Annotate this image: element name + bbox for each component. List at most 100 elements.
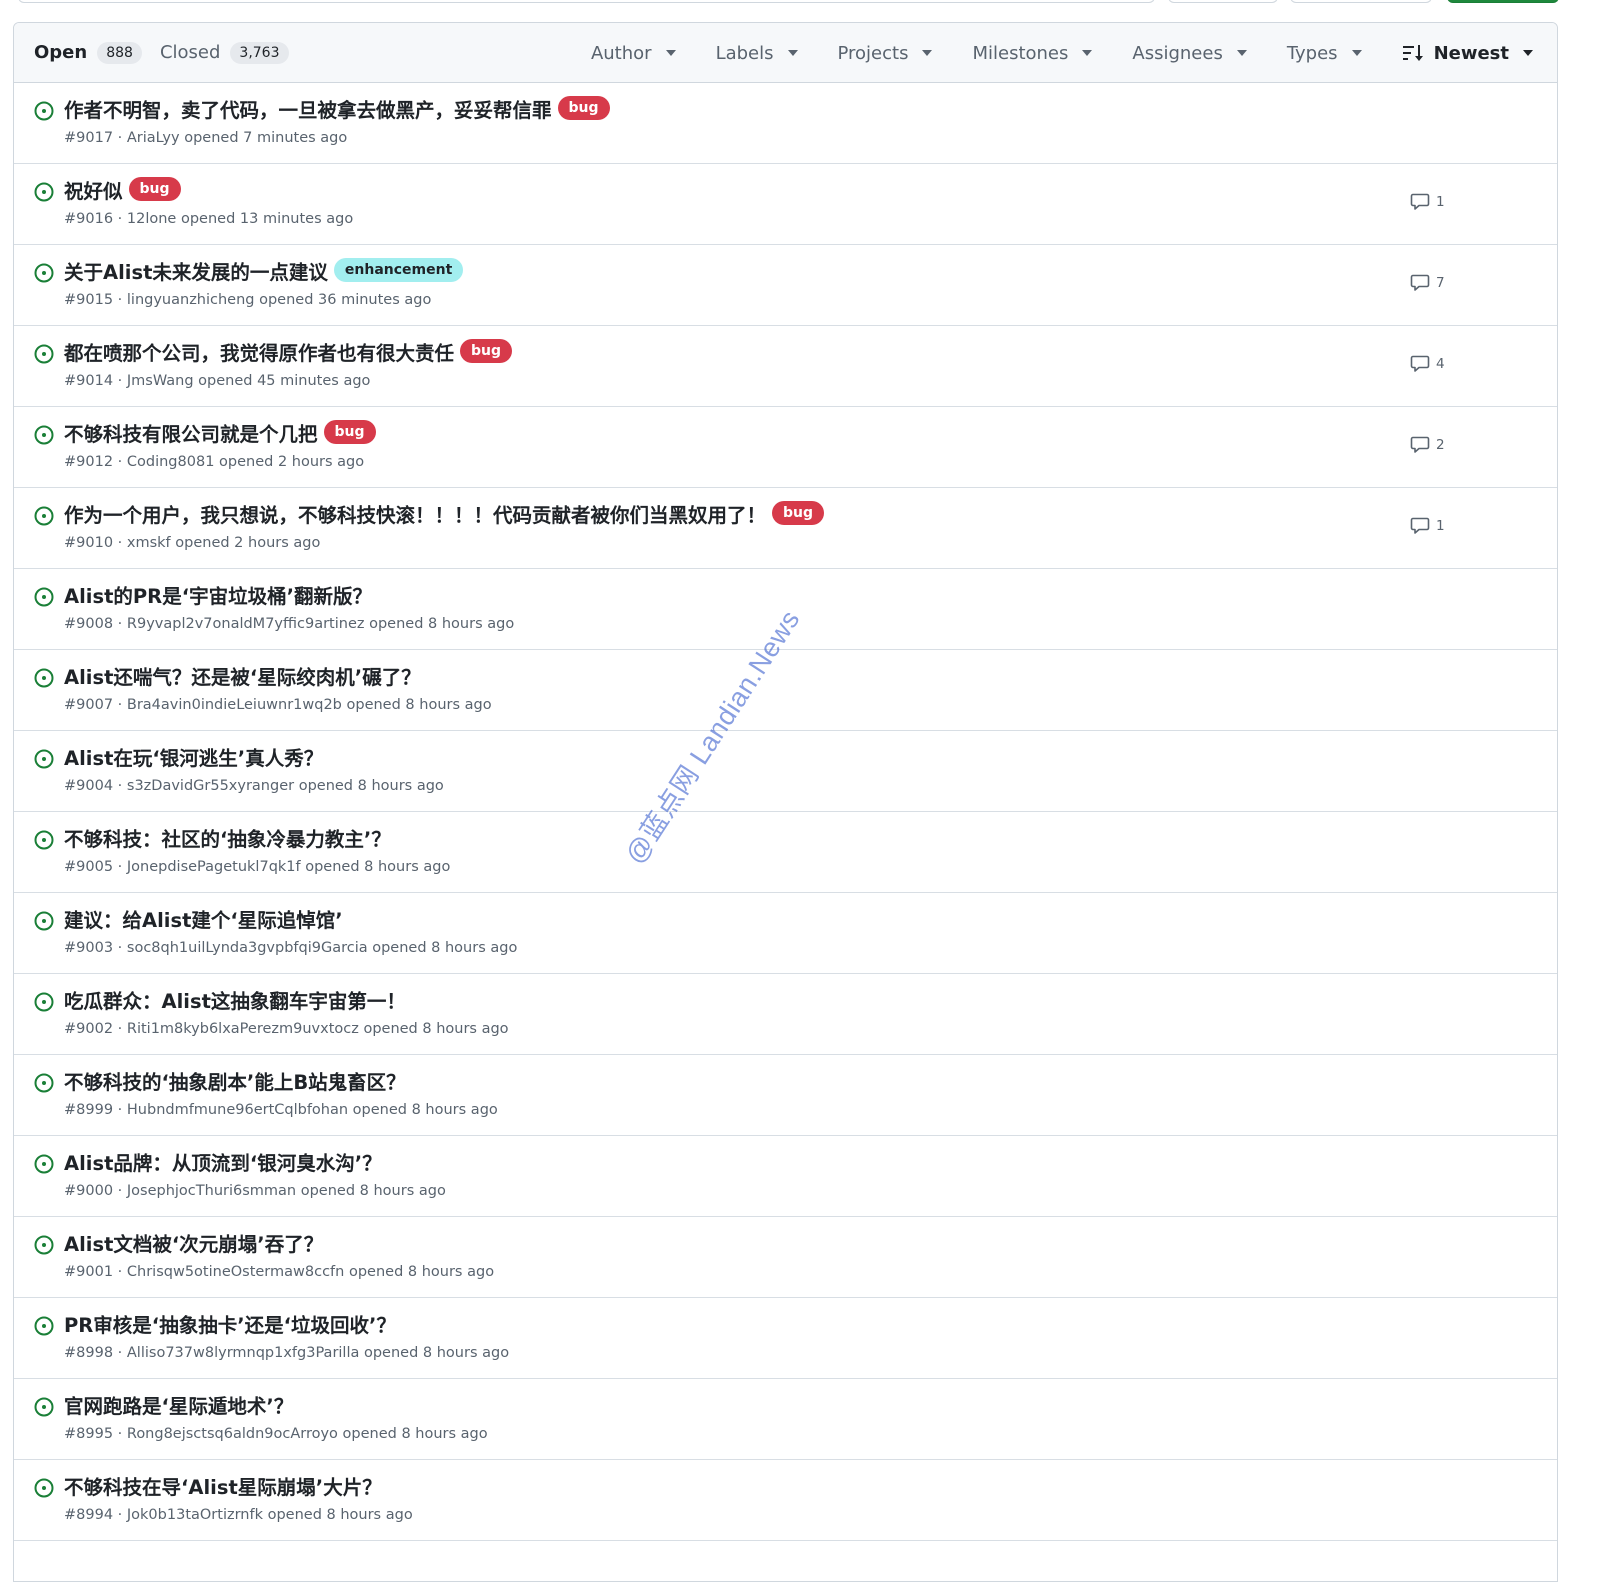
assignees-filter[interactable]: Assignees — [1132, 43, 1247, 64]
issue-meta: #9005 · JonepdisePagetukl7qk1f opened 8 … — [64, 859, 450, 875]
issue-author-link[interactable]: s3zDavidGr55xyranger — [127, 778, 299, 794]
issue-title-link[interactable]: 作为一个用户，我只想说，不够科技快滚！！！！代码贡献者被你们当黑奴用了！ — [64, 499, 766, 528]
issue-row[interactable]: 不够科技的‘抽象剧本’能上B站鬼畜区？ #8999 · Hubndmfmune9… — [14, 1055, 1557, 1136]
issue-comments-link[interactable]: 4 — [1410, 355, 1445, 373]
issue-title-link[interactable]: 不够科技在导‘Alist星际崩塌’大片？ — [64, 1471, 382, 1500]
issue-author-link[interactable]: JosephjocThuri6smman — [127, 1183, 301, 1199]
milestones-button-edge[interactable] — [1290, 0, 1432, 3]
author-filter-label: Author — [590, 42, 652, 64]
issue-title-link[interactable]: Alist品牌：从顶流到‘银河臭水沟’？ — [64, 1147, 382, 1176]
caret-down-icon — [922, 50, 933, 56]
closed-issues-tab[interactable]: Closed 3,763 — [160, 41, 289, 64]
issue-row[interactable]: 不够科技有限公司就是个几把 bug #9012 · Coding8081 ope… — [14, 407, 1557, 488]
issue-title-link[interactable]: 建议：给Alist建个‘星际追悼馆’ — [64, 904, 343, 933]
issue-meta: #9008 · R9yvapl2v7onaldM7yffic9artinez o… — [64, 616, 514, 632]
issue-label[interactable]: bug — [557, 96, 610, 120]
issue-title-line: 建议：给Alist建个‘星际追悼馆’ — [64, 903, 343, 933]
issue-title-line: 作为一个用户，我只想说，不够科技快滚！！！！代码贡献者被你们当黑奴用了！ bug — [64, 498, 825, 528]
issue-row[interactable]: Alist文档被‘次元崩塌’吞了？ #9001 · Chrisqw5otineO… — [14, 1217, 1557, 1298]
issue-title-link[interactable]: Alist文档被‘次元崩塌’吞了？ — [64, 1228, 323, 1257]
issue-row[interactable]: 吃瓜群众：Alist这抽象翻车宇宙第一！ #9002 · Riti1m8kyb6… — [14, 974, 1557, 1055]
issue-title-link[interactable]: 吃瓜群众：Alist这抽象翻车宇宙第一！ — [64, 985, 406, 1014]
issue-author-link[interactable]: R9yvapl2v7onaldM7yffic9artinez — [127, 616, 369, 632]
meta-separator: · — [117, 211, 127, 227]
labels-filter[interactable]: Labels — [716, 43, 798, 64]
open-issues-tab[interactable]: Open 888 — [34, 41, 142, 64]
issue-author-link[interactable]: AriaLyy — [127, 130, 184, 146]
meta-separator: · — [117, 1345, 127, 1361]
issue-author-link[interactable]: JmsWang — [127, 373, 198, 389]
closed-count-badge: 3,763 — [230, 41, 289, 64]
issue-opened-icon — [34, 1478, 54, 1498]
issue-meta: #9007 · Bra4avin0indieLeiuwnr1wq2b opene… — [64, 697, 492, 713]
issue-row[interactable]: Alist在玩‘银河逃生’真人秀？ #9004 · s3zDavidGr55xy… — [14, 731, 1557, 812]
projects-filter-label: Projects — [837, 42, 909, 64]
issue-title-link[interactable]: 祝好似 — [64, 175, 123, 204]
meta-separator: · — [117, 859, 127, 875]
issue-title-line: 不够科技：社区的‘抽象冷暴力教主’？ — [64, 822, 391, 852]
issue-row[interactable]: Alist品牌：从顶流到‘银河臭水沟’？ #9000 · JosephjocTh… — [14, 1136, 1557, 1217]
projects-filter[interactable]: Projects — [838, 43, 933, 64]
issue-opened-time: opened 8 hours ago — [352, 1102, 498, 1118]
issue-author-link[interactable]: Coding8081 — [127, 454, 219, 470]
issue-title-link[interactable]: 关于Alist未来发展的一点建议 — [64, 256, 328, 285]
issue-meta: #9016 · 12lone opened 13 minutes ago — [64, 211, 353, 227]
issue-author-link[interactable]: xmskf — [127, 535, 175, 551]
issue-title-line: Alist还喘气？还是被‘星际绞肉机’碾了？ — [64, 660, 421, 690]
issue-comments-link[interactable]: 1 — [1410, 517, 1445, 535]
types-filter[interactable]: Types — [1287, 43, 1362, 64]
issue-label[interactable]: bug — [323, 420, 376, 444]
issue-row[interactable]: 不够科技在导‘Alist星际崩塌’大片？ #8994 · Jok0b13taOr… — [14, 1460, 1557, 1541]
issue-row[interactable]: 关于Alist未来发展的一点建议 enhancement #9015 · lin… — [14, 245, 1557, 326]
milestones-filter[interactable]: Milestones — [972, 43, 1093, 64]
search-bar-edge[interactable] — [18, 0, 1155, 3]
issue-row[interactable]: 作者不明智，卖了代码，一旦被拿去做黑产，妥妥帮信罪 bug #9017 · Ar… — [14, 83, 1557, 164]
issue-comments-link[interactable]: 2 — [1410, 436, 1445, 454]
issue-author-link[interactable]: JonepdisePagetukl7qk1f — [127, 859, 305, 875]
issue-row[interactable]: 建议：给Alist建个‘星际追悼馆’ #9003 · soc8qh1uilLyn… — [14, 893, 1557, 974]
issue-title-link[interactable]: 不够科技的‘抽象剧本’能上B站鬼畜区？ — [64, 1066, 406, 1095]
issue-row[interactable]: 祝好似 bug #9016 · 12lone opened 13 minutes… — [14, 164, 1557, 245]
issue-author-link[interactable]: Jok0b13taOrtizrnfk — [127, 1507, 268, 1523]
new-issue-button-edge[interactable] — [1447, 0, 1559, 3]
issue-comments-link[interactable]: 7 — [1410, 274, 1445, 292]
issue-author-link[interactable]: 12lone — [127, 211, 181, 227]
issue-row[interactable]: 不够科技：社区的‘抽象冷暴力教主’？ #9005 · JonepdisePage… — [14, 812, 1557, 893]
issue-author-link[interactable]: Rong8ejsctsq6aldn9ocArroyo — [127, 1426, 343, 1442]
issue-title-link[interactable]: Alist在玩‘银河逃生’真人秀？ — [64, 742, 323, 771]
issue-author-link[interactable]: Hubndmfmune96ertCqlbfohan — [127, 1102, 353, 1118]
issue-title-link[interactable]: 都在喷那个公司，我觉得原作者也有很大责任 — [64, 337, 454, 366]
issue-row[interactable]: Alist还喘气？还是被‘星际绞肉机’碾了？ #9007 · Bra4avin0… — [14, 650, 1557, 731]
issue-author-link[interactable]: lingyuanzhicheng — [127, 292, 259, 308]
issue-label[interactable]: bug — [460, 339, 513, 363]
issue-label[interactable]: bug — [772, 501, 825, 525]
issue-row[interactable]: 作为一个用户，我只想说，不够科技快滚！！！！代码贡献者被你们当黑奴用了！ bug… — [14, 488, 1557, 569]
issue-author-link[interactable]: Chrisqw5otineOstermaw8ccfn — [127, 1264, 349, 1280]
issue-title-line: Alist在玩‘银河逃生’真人秀？ — [64, 741, 323, 771]
issue-title-link[interactable]: 作者不明智，卖了代码，一旦被拿去做黑产，妥妥帮信罪 — [64, 94, 552, 123]
issue-row[interactable]: 都在喷那个公司，我觉得原作者也有很大责任 bug #9014 · JmsWang… — [14, 326, 1557, 407]
issue-title-link[interactable]: 不够科技有限公司就是个几把 — [64, 418, 318, 447]
author-filter[interactable]: Author — [591, 43, 676, 64]
issue-title-link[interactable]: PR审核是‘抽象抽卡’还是‘垃圾回收’？ — [64, 1309, 396, 1338]
issue-comments-link[interactable]: 1 — [1410, 193, 1445, 211]
issue-label[interactable]: enhancement — [333, 258, 464, 282]
issue-author-link[interactable]: Bra4avin0indieLeiuwnr1wq2b — [127, 697, 347, 713]
comment-count: 4 — [1436, 356, 1445, 372]
issue-row[interactable]: 官网跑路是‘星际遁地术’？ #8995 · Rong8ejsctsq6aldn9… — [14, 1379, 1557, 1460]
issue-row[interactable]: PR审核是‘抽象抽卡’还是‘垃圾回收’？ #8998 · Alliso737w8… — [14, 1298, 1557, 1379]
issue-author-link[interactable]: Riti1m8kyb6lxaPerezm9uvxtocz — [127, 1021, 364, 1037]
meta-separator: · — [117, 454, 127, 470]
issue-opened-icon — [34, 911, 54, 931]
issue-title-link[interactable]: Alist还喘气？还是被‘星际绞肉机’碾了？ — [64, 661, 421, 690]
issue-author-link[interactable]: soc8qh1uilLynda3gvpbfqi9Garcia — [127, 940, 372, 956]
issue-author-link[interactable]: Alliso737w8lyrmnqp1xfg3Parilla — [127, 1345, 364, 1361]
labels-button-edge[interactable] — [1168, 0, 1278, 3]
issue-title-link[interactable]: 官网跑路是‘星际遁地术’？ — [64, 1390, 293, 1419]
meta-separator: · — [117, 1021, 127, 1037]
sort-dropdown[interactable]: Newest — [1402, 43, 1533, 64]
issue-label[interactable]: bug — [128, 177, 181, 201]
issue-row[interactable]: Alist的PR是‘宇宙垃圾桶’翻新版？ #9008 · R9yvapl2v7o… — [14, 569, 1557, 650]
issue-title-link[interactable]: Alist的PR是‘宇宙垃圾桶’翻新版？ — [64, 580, 372, 609]
issue-title-link[interactable]: 不够科技：社区的‘抽象冷暴力教主’？ — [64, 823, 391, 852]
